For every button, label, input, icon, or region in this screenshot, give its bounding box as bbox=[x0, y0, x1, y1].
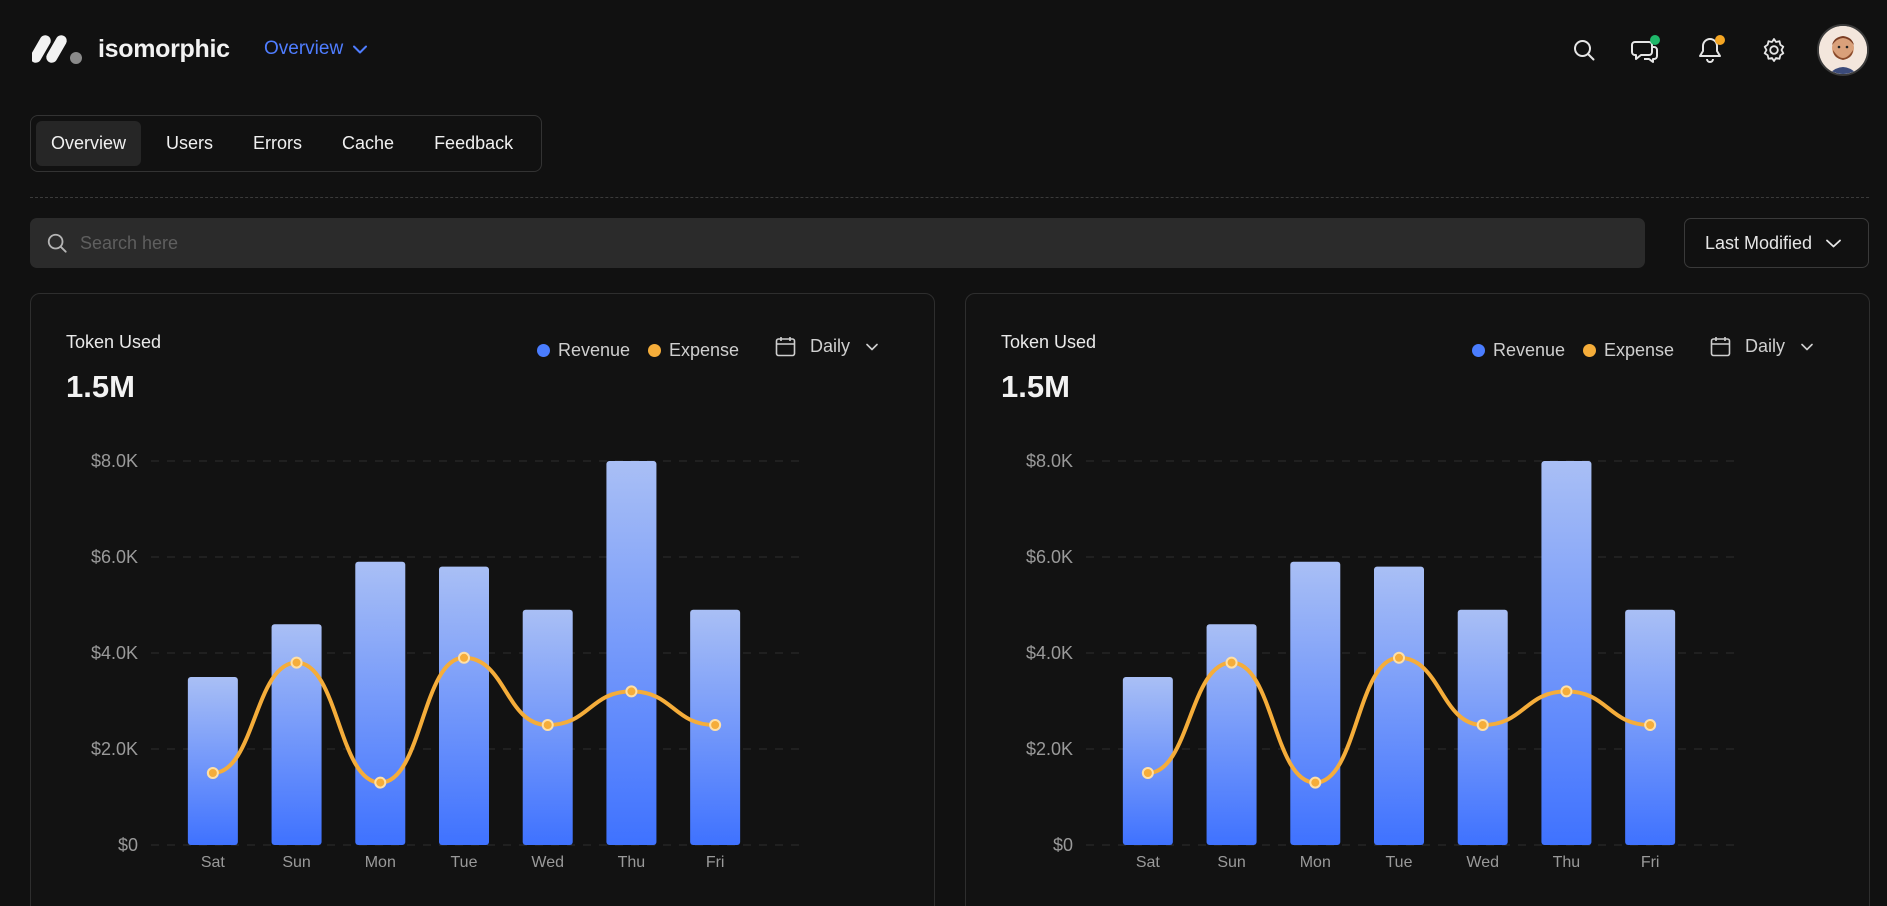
gear-icon bbox=[1763, 38, 1785, 62]
expense-point bbox=[458, 651, 470, 664]
revenue-expense-chart: $0 $2.0K $4.0K $6.0K $8.0K Sat Sun Mon Tue Wed Thu… bbox=[91, 451, 805, 871]
expense-point bbox=[1644, 719, 1657, 731]
revenue-bar bbox=[1122, 677, 1173, 845]
revenue-bar bbox=[1290, 561, 1341, 845]
expense-point bbox=[206, 767, 219, 779]
revenue-bar bbox=[606, 461, 657, 845]
y-tick-label: $0 bbox=[118, 835, 138, 855]
section-divider bbox=[30, 197, 1869, 198]
bell-notification-dot bbox=[1715, 35, 1725, 45]
tab-feedback[interactable]: Feedback bbox=[419, 121, 528, 166]
overview-dropdown-label: Overview bbox=[264, 38, 344, 59]
app-name: isomorphic bbox=[98, 34, 230, 63]
expense-point bbox=[1309, 776, 1322, 789]
chevron-down-icon bbox=[1826, 239, 1841, 247]
section-tabs: Overview Users Errors Cache Feedback bbox=[30, 115, 542, 172]
tab-errors[interactable]: Errors bbox=[238, 121, 317, 166]
tab-users[interactable]: Users bbox=[151, 121, 228, 166]
y-tick-label: $4.0K bbox=[91, 643, 138, 663]
x-tick-label: Fri bbox=[1641, 854, 1660, 871]
y-tick-label: $4.0K bbox=[1026, 643, 1073, 663]
expense-point bbox=[1225, 656, 1238, 669]
revenue-bar bbox=[355, 561, 406, 845]
expense-point bbox=[1141, 767, 1154, 779]
top-header: isomorphic Overview bbox=[0, 0, 1887, 100]
avatar-image bbox=[1819, 26, 1867, 74]
expense-point bbox=[290, 656, 303, 669]
chat-notification-dot bbox=[1650, 35, 1660, 45]
y-tick-label: $6.0K bbox=[91, 547, 138, 567]
overview-dropdown[interactable]: Overview bbox=[264, 38, 368, 60]
sort-dropdown[interactable]: Last Modified bbox=[1684, 218, 1869, 268]
expense-point bbox=[625, 685, 638, 698]
token-used-card: Token Used 1.5M Revenue Expense Daily $0… bbox=[965, 293, 1870, 906]
x-tick-label: Tue bbox=[1386, 854, 1413, 871]
search-input[interactable] bbox=[80, 232, 1580, 254]
x-tick-label: Fri bbox=[706, 854, 725, 871]
tab-overview[interactable]: Overview bbox=[36, 121, 142, 166]
sort-dropdown-label: Last Modified bbox=[1705, 232, 1813, 253]
notifications-button[interactable] bbox=[1690, 30, 1730, 70]
x-tick-label: Thu bbox=[618, 854, 646, 871]
expense-point bbox=[709, 719, 722, 731]
token-used-card: Token Used 1.5M Revenue Expense Daily $0… bbox=[30, 293, 935, 906]
x-tick-label: Sat bbox=[201, 854, 226, 871]
user-avatar[interactable] bbox=[1817, 24, 1869, 76]
x-tick-label: Sun bbox=[1217, 854, 1245, 871]
search-icon bbox=[1574, 40, 1595, 61]
search-bar[interactable] bbox=[30, 218, 1645, 268]
search-icon bbox=[47, 233, 67, 253]
x-tick-label: Sun bbox=[282, 854, 310, 871]
chevron-down-icon bbox=[353, 45, 368, 53]
y-tick-label: $2.0K bbox=[91, 739, 138, 759]
search-button[interactable] bbox=[1564, 30, 1604, 70]
x-tick-label: Tue bbox=[451, 854, 478, 871]
y-tick-label: $8.0K bbox=[91, 451, 138, 471]
app-logo[interactable]: isomorphic bbox=[32, 32, 230, 66]
revenue-bar bbox=[187, 677, 238, 845]
y-tick-label: $2.0K bbox=[1026, 739, 1073, 759]
settings-button[interactable] bbox=[1754, 30, 1794, 70]
x-tick-label: Sat bbox=[1136, 854, 1161, 871]
messages-button[interactable] bbox=[1625, 30, 1665, 70]
x-tick-label: Wed bbox=[531, 854, 564, 871]
y-tick-label: $8.0K bbox=[1026, 451, 1073, 471]
expense-point bbox=[1393, 651, 1405, 664]
y-tick-label: $6.0K bbox=[1026, 547, 1073, 567]
expense-point bbox=[1560, 685, 1573, 698]
x-tick-label: Mon bbox=[1300, 854, 1331, 871]
expense-point bbox=[1476, 719, 1489, 731]
revenue-expense-chart: $0 $2.0K $4.0K $6.0K $8.0K Sat Sun Mon Tue Wed Thu… bbox=[1026, 451, 1740, 871]
revenue-bar bbox=[1541, 461, 1592, 845]
revenue-bar bbox=[1374, 566, 1424, 845]
tab-cache[interactable]: Cache bbox=[327, 121, 409, 166]
revenue-bar bbox=[439, 566, 489, 845]
y-tick-label: $0 bbox=[1053, 835, 1073, 855]
x-tick-label: Mon bbox=[365, 854, 396, 871]
expense-point bbox=[374, 776, 387, 789]
x-tick-label: Thu bbox=[1553, 854, 1581, 871]
expense-point bbox=[541, 719, 554, 731]
x-tick-label: Wed bbox=[1466, 854, 1499, 871]
logo-icon bbox=[32, 35, 82, 64]
